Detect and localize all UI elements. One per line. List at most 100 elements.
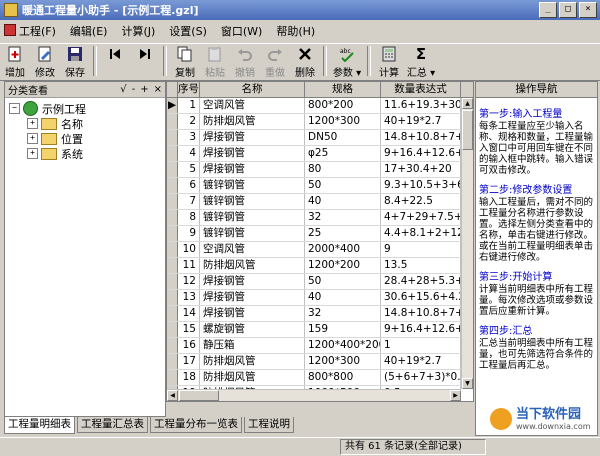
scroll-right-icon[interactable]: ▶ — [450, 390, 461, 401]
tree-item-system[interactable]: + 系统 — [5, 146, 165, 161]
scroll-up-icon[interactable]: ▲ — [462, 98, 473, 109]
cell-quantity[interactable]: 1 — [381, 338, 461, 353]
tab-summary[interactable]: 工程量汇总表 — [77, 417, 148, 433]
cell-index[interactable]: 9 — [178, 226, 200, 241]
delete-button[interactable]: 删除 — [290, 44, 320, 79]
save-button[interactable]: 保存 — [60, 44, 90, 79]
column-header-quantity[interactable]: 数量表达式 — [381, 82, 461, 97]
cell-spec[interactable]: 25 — [305, 226, 381, 241]
menu-settings[interactable]: 设置(S) — [162, 23, 214, 39]
params-button[interactable]: abc 参数 ▾ — [330, 44, 364, 79]
cell-quantity[interactable]: 9+16.4+12.6+14. — [381, 322, 461, 337]
cell-name[interactable]: 防排烟风管 — [200, 114, 305, 129]
cell-index[interactable]: 2 — [178, 114, 200, 129]
table-row[interactable]: 13焊接钢管4030.6+15.6+4.2+1 — [167, 290, 463, 306]
cell-name[interactable]: 镀锌钢管 — [200, 226, 305, 241]
cell-index[interactable]: 6 — [178, 178, 200, 193]
table-row[interactable]: 4焊接钢管φ259+16.4+12.6+14. — [167, 146, 463, 162]
cell-name[interactable]: 焊接钢管 — [200, 130, 305, 145]
cell-spec[interactable]: 32 — [305, 306, 381, 321]
cell-index[interactable]: 8 — [178, 210, 200, 225]
cell-index[interactable]: 1 — [178, 98, 200, 113]
cell-spec[interactable]: 159 — [305, 322, 381, 337]
cell-name[interactable]: 防排烟风管 — [200, 370, 305, 385]
cell-name[interactable]: 镀锌钢管 — [200, 210, 305, 225]
check-icon[interactable]: √ — [120, 84, 126, 95]
guide-step-heading[interactable]: 第三步:开始计算 — [479, 268, 594, 283]
row-indicator[interactable] — [167, 354, 178, 369]
cell-spec[interactable]: 40 — [305, 290, 381, 305]
cell-spec[interactable]: φ25 — [305, 146, 381, 161]
cell-quantity[interactable]: 13.5 — [381, 258, 461, 273]
cell-spec[interactable]: 800*800 — [305, 370, 381, 385]
table-row[interactable]: 2 防排烟风管 1200*300 40+19*2.7 — [167, 114, 463, 130]
table-row[interactable]: 12焊接钢管5028.4+28+5.3+8.4 — [167, 274, 463, 290]
cell-index[interactable]: 3 — [178, 130, 200, 145]
cell-quantity[interactable]: 40+19*2.7 — [381, 354, 461, 369]
cell-index[interactable]: 15 — [178, 322, 200, 337]
table-row[interactable]: 11 防排烟风管 1200*200 13.5 — [167, 258, 463, 274]
cell-index[interactable]: 16 — [178, 338, 200, 353]
expand-toggle-icon[interactable]: + — [27, 133, 38, 144]
cell-spec[interactable]: 1200*400*2000 — [305, 338, 381, 353]
copy-button[interactable]: 复制 — [170, 44, 200, 79]
cell-quantity[interactable]: 28.4+28+5.3+8.4 — [381, 274, 461, 289]
table-row[interactable]: 9镀锌钢管254.4+8.1+2+12.5+ — [167, 226, 463, 242]
column-header-spec[interactable]: 规格 — [305, 82, 381, 97]
table-row[interactable]: 5 焊接钢管 80 17+30.4+20 — [167, 162, 463, 178]
cell-quantity[interactable]: 9+16.4+12.6+14. — [381, 146, 461, 161]
cell-name[interactable]: 防排烟风管 — [200, 258, 305, 273]
row-indicator[interactable] — [167, 130, 178, 145]
table-row[interactable]: 18 防排烟风管 800*800 (5+6+7+3)*0.5 — [167, 370, 463, 386]
row-indicator[interactable] — [167, 146, 178, 161]
cell-quantity[interactable]: 8.4+22.5 — [381, 194, 461, 209]
cell-quantity[interactable]: 9 — [381, 242, 461, 257]
cell-name[interactable]: 焊接钢管 — [200, 290, 305, 305]
scroll-left-icon[interactable]: ◀ — [167, 390, 178, 401]
tree-root[interactable]: − 示例工程 — [5, 101, 165, 116]
menu-window[interactable]: 窗口(W) — [214, 23, 269, 39]
cell-name[interactable]: 空调风管 — [200, 242, 305, 257]
table-row[interactable]: ▶ 1 空调风管 800*200 11.6+19.3+30 — [167, 98, 463, 114]
guide-step-heading[interactable]: 第四步:汇总 — [479, 322, 594, 337]
cell-spec[interactable]: DN50 — [305, 130, 381, 145]
cell-spec[interactable]: 2000*400 — [305, 242, 381, 257]
row-indicator[interactable] — [167, 290, 178, 305]
cell-quantity[interactable]: 14.8+10.8+7+12. — [381, 130, 461, 145]
cell-quantity[interactable]: 40+19*2.7 — [381, 114, 461, 129]
cell-name[interactable]: 镀锌钢管 — [200, 194, 305, 209]
cell-name[interactable]: 防排烟风管 — [200, 354, 305, 369]
vertical-scrollbar[interactable]: ▲ ▼ — [461, 98, 473, 389]
menu-edit[interactable]: 编辑(E) — [63, 23, 115, 39]
row-indicator[interactable] — [167, 210, 178, 225]
guide-step-heading[interactable]: 第一步:输入工程量 — [479, 105, 594, 120]
cell-index[interactable]: 12 — [178, 274, 200, 289]
cell-quantity[interactable]: 9.3+10.5+3+6.8 — [381, 178, 461, 193]
cell-quantity[interactable]: 17+30.4+20 — [381, 162, 461, 177]
cell-quantity[interactable]: 30.6+15.6+4.2+1 — [381, 290, 461, 305]
table-row[interactable]: 16静压箱1200*400*20001 — [167, 338, 463, 354]
tree-item-location[interactable]: + 位置 — [5, 131, 165, 146]
column-header-name[interactable]: 名称 — [200, 82, 305, 97]
table-row[interactable]: 3焊接钢管DN5014.8+10.8+7+12. — [167, 130, 463, 146]
expand-icon[interactable]: + — [140, 84, 148, 95]
row-indicator[interactable] — [167, 114, 178, 129]
scroll-down-icon[interactable]: ▼ — [462, 378, 473, 389]
cell-index[interactable]: 10 — [178, 242, 200, 257]
table-row[interactable]: 6镀锌钢管509.3+10.5+3+6.8 — [167, 178, 463, 194]
table-row[interactable]: 10 空调风管 2000*400 9 — [167, 242, 463, 258]
cell-index[interactable]: 7 — [178, 194, 200, 209]
minimize-button[interactable]: _ — [539, 2, 557, 18]
row-indicator[interactable] — [167, 194, 178, 209]
cell-quantity[interactable]: (5+6+7+3)*0.5 — [381, 370, 461, 385]
current-row-indicator-icon[interactable]: ▶ — [167, 98, 178, 113]
row-indicator[interactable] — [167, 226, 178, 241]
cell-index[interactable]: 13 — [178, 290, 200, 305]
collapse-toggle-icon[interactable]: − — [9, 103, 20, 114]
row-indicator[interactable] — [167, 178, 178, 193]
column-header-index[interactable]: 序号 — [178, 82, 200, 97]
undo-button[interactable]: 撤销 — [230, 44, 260, 79]
table-row[interactable]: 17 防排烟风管 1200*300 40+19*2.7 — [167, 354, 463, 370]
calculate-button[interactable]: 计算 — [374, 44, 404, 79]
table-row[interactable]: 15螺旋钢管1599+16.4+12.6+14. — [167, 322, 463, 338]
